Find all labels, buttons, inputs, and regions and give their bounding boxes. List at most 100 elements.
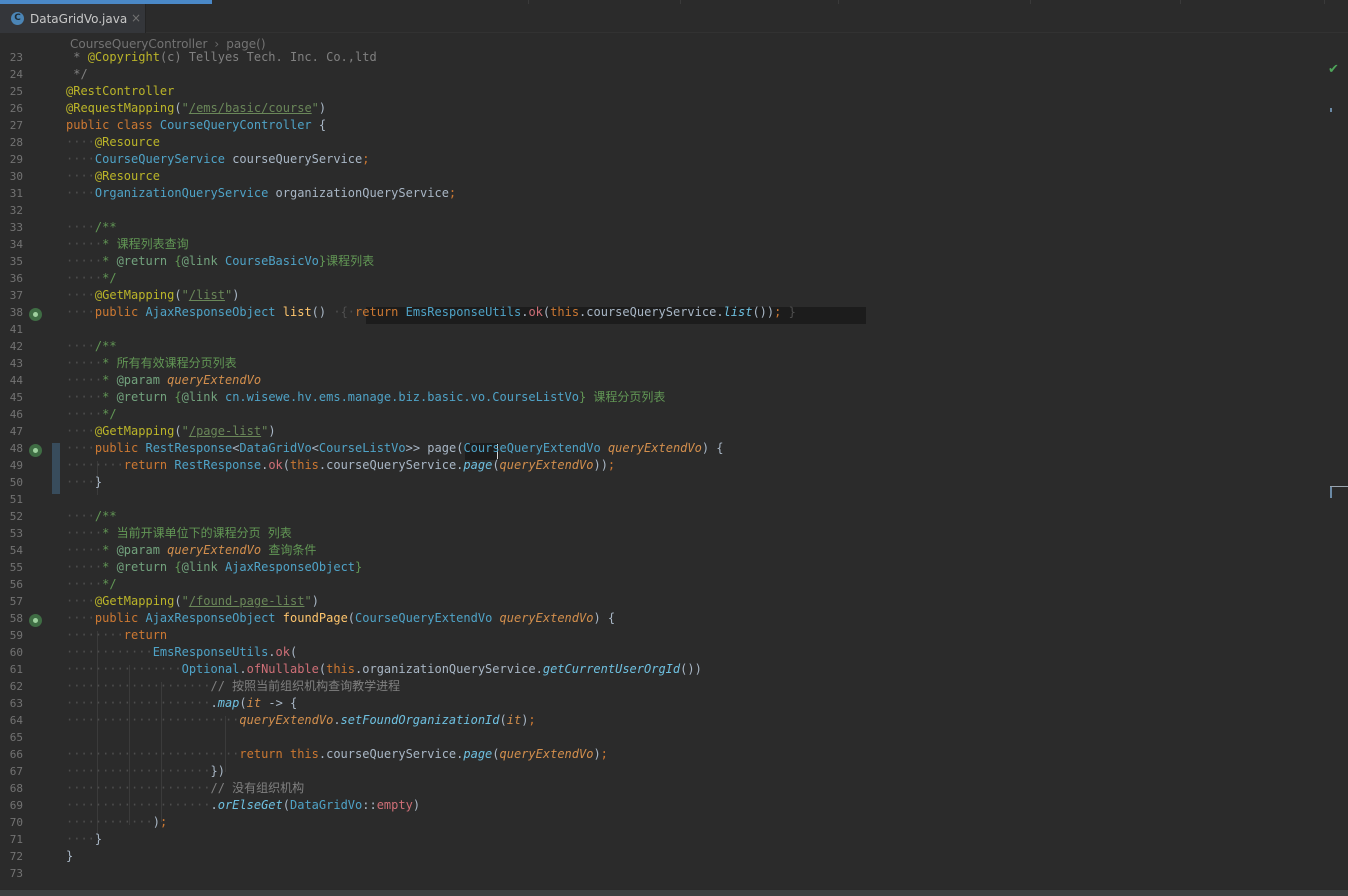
breadcrumb-separator: › <box>214 37 220 51</box>
code-line[interactable]: ····} <box>66 831 102 848</box>
code-token: @RequestMapping <box>66 101 175 115</box>
code-line[interactable]: ····/** <box>66 508 117 525</box>
code-token: ( <box>347 611 356 625</box>
code-token: DataGridVo <box>239 441 312 455</box>
code-line[interactable]: ·····* @param queryExtendVo <box>66 372 261 389</box>
code-line[interactable]: @RestController <box>66 83 174 100</box>
code-token: ()) <box>752 305 775 319</box>
code-line[interactable]: ························return this.cour… <box>66 746 608 763</box>
code-token: ···················· <box>66 781 211 795</box>
code-line[interactable]: */ <box>66 66 87 83</box>
code-line[interactable]: ················Optional.ofNullable(this… <box>66 661 702 678</box>
code-line[interactable]: ····CourseQueryService courseQueryServic… <box>66 151 369 168</box>
code-token: ···· <box>66 152 95 166</box>
line-number: 29 <box>9 153 23 166</box>
code-token: ) <box>152 815 160 829</box>
web-endpoint-icon[interactable] <box>29 444 42 457</box>
breadcrumb-class[interactable]: CourseQueryController <box>70 37 207 51</box>
code-line[interactable]: ·····*/ <box>66 406 117 423</box>
code-token: ()) <box>680 662 702 676</box>
code-token: . <box>333 713 341 727</box>
line-number: 72 <box>9 850 23 863</box>
code-line[interactable]: ····/** <box>66 219 117 236</box>
code-line[interactable]: ····················}) <box>66 763 225 780</box>
code-line[interactable]: ·····*/ <box>66 576 117 593</box>
code-line[interactable]: ········return RestResponse.ok(this.cour… <box>66 457 615 474</box>
code-token: cn.wisewe.hv.ems.manage.biz.basic.vo.Cou… <box>224 390 579 404</box>
code-line[interactable]: ····················// 没有组织机构 <box>66 780 304 797</box>
code-line[interactable]: } <box>66 848 73 865</box>
code-token: } <box>94 832 103 846</box>
code-line[interactable]: ····@GetMapping("/list") <box>66 287 239 304</box>
code-token: } 课程分页列表 <box>578 390 666 404</box>
code-line[interactable]: * @Copyright(c) Tellyes Tech. Inc. Co.,l… <box>66 49 376 66</box>
code-line[interactable]: ····} <box>66 474 102 491</box>
code-token: ····· <box>66 407 103 421</box>
code-token: ········ <box>66 458 124 472</box>
code-token: { <box>174 560 182 574</box>
code-line[interactable]: @RequestMapping("/ems/basic/course") <box>66 100 326 117</box>
code-token: */ <box>102 407 117 421</box>
code-line[interactable]: ····@GetMapping("/page-list") <box>66 423 276 440</box>
code-line[interactable]: ····················.orElseGet(DataGridV… <box>66 797 420 814</box>
code-line[interactable]: ············); <box>66 814 167 831</box>
web-endpoint-icon[interactable] <box>29 308 42 321</box>
code-line[interactable]: ·····* @return {@link CourseBasicVo}课程列表 <box>66 253 374 270</box>
code-line[interactable]: ·····* 课程列表查询 <box>66 236 189 253</box>
close-tab-icon[interactable]: × <box>131 11 141 25</box>
code-token: ) { <box>593 611 616 625</box>
line-number: 61 <box>9 663 23 676</box>
line-number: 52 <box>9 510 23 523</box>
code-token: ····· <box>66 237 103 251</box>
line-number: 59 <box>9 629 23 642</box>
line-number: 34 <box>9 238 23 251</box>
web-endpoint-icon[interactable] <box>29 614 42 627</box>
line-number: 38 <box>9 306 23 319</box>
code-line[interactable]: ····················.map(it -> { <box>66 695 297 712</box>
code-token: }) <box>210 764 225 778</box>
breadcrumb-method[interactable]: page() <box>226 37 265 51</box>
line-number: 30 <box>9 170 23 183</box>
code-token: ···· <box>66 135 95 149</box>
code-token: page <box>427 441 457 455</box>
code-token: ; <box>159 815 168 829</box>
scrollbar-marker[interactable] <box>1330 486 1332 498</box>
scrollbar-marker[interactable] <box>1330 108 1332 112</box>
code-token: ) <box>232 288 240 302</box>
code-token: list <box>282 305 312 319</box>
code-token: /list <box>188 288 225 302</box>
code-line[interactable]: ····@Resource <box>66 168 160 185</box>
vcs-change-marker[interactable] <box>52 443 60 494</box>
code-line[interactable]: ····················// 按照当前组织机构查询教学进程 <box>66 678 400 695</box>
code-line[interactable]: ····@GetMapping("/found-page-list") <box>66 593 319 610</box>
code-line[interactable]: ········return <box>66 627 167 644</box>
editor-tab-datagridvo[interactable]: C DataGridVo.java × <box>0 4 146 33</box>
code-token: ························ <box>66 747 240 761</box>
code-token: ok <box>268 458 283 472</box>
code-line[interactable]: ····@Resource <box>66 134 160 151</box>
code-line[interactable]: ·····* @return {@link cn.wisewe.hv.ems.m… <box>66 389 665 406</box>
java-class-icon: C <box>11 12 24 25</box>
line-number: 62 <box>9 680 23 693</box>
code-line[interactable]: public class CourseQueryController { <box>66 117 326 134</box>
code-line[interactable]: ····OrganizationQueryService organizatio… <box>66 185 456 202</box>
code-line[interactable]: ····public AjaxResponseObject foundPage(… <box>66 610 615 627</box>
code-token: } <box>94 475 103 489</box>
code-token: ···· <box>66 594 95 608</box>
code-line[interactable]: ····/** <box>66 338 117 355</box>
line-number: 65 <box>9 731 23 744</box>
code-line[interactable]: ·····* 所有有效课程分页列表 <box>66 355 237 372</box>
code-token: < <box>311 441 319 455</box>
code-line[interactable]: ····public RestResponse<DataGridVo<Cours… <box>66 440 724 457</box>
code-line[interactable]: ·····* @param queryExtendVo 查询条件 <box>66 542 316 559</box>
inspection-ok-icon[interactable]: ✔ <box>1328 62 1339 77</box>
line-number: 27 <box>9 119 23 132</box>
code-line[interactable]: ·····* 当前开课单位下的课程分页 列表 <box>66 525 292 542</box>
code-line[interactable]: ·····* @return {@link AjaxResponseObject… <box>66 559 362 576</box>
code-token: * 课程列表查询 <box>102 237 189 251</box>
code-line[interactable]: ························queryExtendVo.se… <box>66 712 536 729</box>
code-line[interactable]: ····public AjaxResponseObject list() ·{·… <box>66 304 796 321</box>
code-line[interactable]: ·····*/ <box>66 270 117 287</box>
code-line[interactable]: ············EmsResponseUtils.ok( <box>66 644 297 661</box>
code-editor[interactable]: 23 24 25 26 27 28 29 30 31 32 33 34 35 36 37 38 41 42 43 44… <box>0 33 1348 889</box>
